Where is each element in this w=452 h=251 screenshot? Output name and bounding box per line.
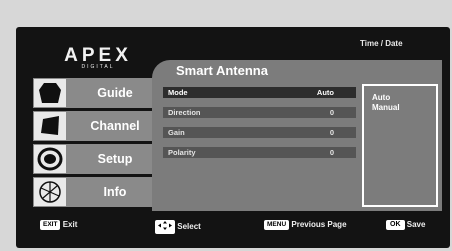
menu-key: MENU	[264, 220, 290, 230]
ok-key: OK	[386, 220, 405, 230]
exit-key: EXIT	[40, 220, 61, 230]
setting-value: Auto	[316, 88, 334, 97]
setting-row-polarity[interactable]: Polarity 0	[163, 147, 356, 158]
ok-label: Save	[406, 220, 426, 230]
dpad-icon	[155, 220, 175, 234]
footer-bar: EXIT Exit Select MENU Previous Page OK S…	[0, 216, 452, 236]
select-label: Select	[177, 222, 201, 232]
apex-logo: APEX DIGITAL	[52, 46, 144, 70]
exit-hint[interactable]: EXIT Exit	[40, 220, 77, 230]
sidebar-item-setup[interactable]: Setup	[33, 144, 152, 174]
setting-row-direction[interactable]: Direction 0	[163, 107, 356, 118]
setting-label: Polarity	[168, 148, 196, 157]
exit-label: Exit	[62, 220, 78, 230]
option-manual[interactable]: Manual	[364, 103, 436, 113]
setup-icon	[34, 145, 66, 173]
setting-value: 0	[329, 128, 334, 137]
sidebar-item-label: Channel	[90, 119, 140, 133]
select-hint[interactable]: Select	[155, 220, 201, 234]
menu-label: Previous Page	[291, 220, 347, 230]
setting-value: 0	[329, 108, 334, 117]
info-icon	[34, 178, 66, 206]
ok-hint[interactable]: OK Save	[386, 220, 425, 230]
channel-icon	[34, 112, 66, 140]
sidebar-item-label: Info	[103, 185, 127, 199]
sidebar: Guide Channel Setup Info	[33, 78, 152, 210]
guide-icon	[34, 79, 66, 107]
setting-row-gain[interactable]: Gain 0	[163, 127, 356, 138]
sidebar-item-info[interactable]: Info	[33, 177, 152, 207]
page-title: Smart Antenna	[176, 63, 268, 78]
setting-label: Gain	[168, 128, 185, 137]
time-date-label: Time / Date	[360, 39, 403, 48]
setting-label: Direction	[168, 108, 201, 117]
settings-list: Mode Auto Direction 0 Gain 0 Polarity 0	[163, 87, 356, 167]
menu-hint[interactable]: MENU Previous Page	[264, 220, 347, 230]
setting-value: 0	[329, 148, 334, 157]
setting-row-mode[interactable]: Mode Auto	[163, 87, 356, 98]
setting-label: Mode	[168, 88, 188, 97]
option-auto[interactable]: Auto	[364, 86, 436, 103]
sidebar-item-label: Setup	[97, 152, 133, 166]
sidebar-item-label: Guide	[97, 86, 133, 100]
sidebar-item-channel[interactable]: Channel	[33, 111, 152, 141]
options-list: Auto Manual	[362, 84, 438, 207]
sidebar-item-guide[interactable]: Guide	[33, 78, 152, 108]
brand-logo-text: APEX	[64, 45, 132, 66]
